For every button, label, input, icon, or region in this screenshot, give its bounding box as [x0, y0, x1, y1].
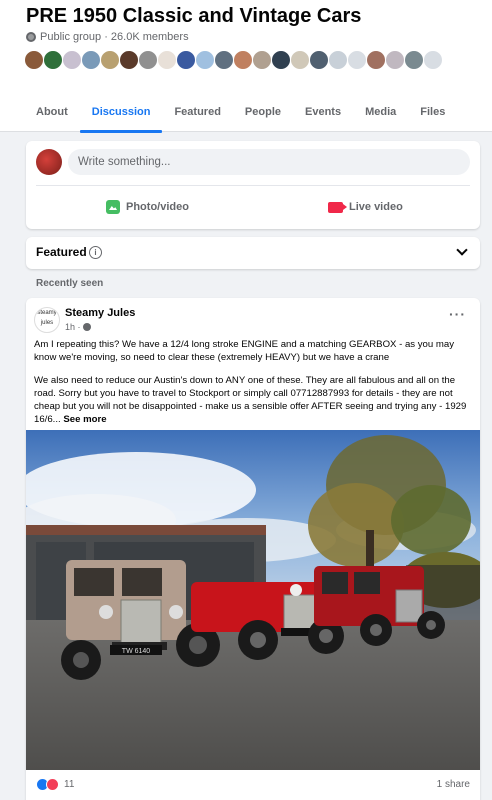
member-avatar[interactable] [233, 50, 253, 70]
member-avatar[interactable] [81, 50, 101, 70]
tab-featured[interactable]: Featured [162, 92, 232, 132]
member-avatar[interactable] [347, 50, 367, 70]
more-options-icon[interactable]: ··· [449, 307, 466, 321]
member-avatar[interactable] [309, 50, 329, 70]
member-avatar[interactable] [24, 50, 44, 70]
tab-events[interactable]: Events [293, 92, 353, 132]
member-avatar[interactable] [176, 50, 196, 70]
member-avatar[interactable] [119, 50, 139, 70]
member-avatar[interactable] [290, 50, 310, 70]
author-avatar[interactable]: steamy jules [34, 307, 60, 333]
post-stats: 11 1 share [26, 770, 480, 800]
member-avatar[interactable] [385, 50, 405, 70]
live-video-button[interactable]: Live video [328, 197, 403, 217]
tab-about[interactable]: About [24, 92, 80, 132]
write-something-input[interactable]: Write something... [68, 149, 470, 175]
video-camera-icon [328, 201, 347, 213]
love-reaction-icon[interactable] [46, 778, 59, 791]
member-avatar[interactable] [252, 50, 272, 70]
user-avatar[interactable] [36, 149, 62, 175]
shares-count[interactable]: 1 share [437, 779, 470, 790]
globe-icon [26, 32, 36, 42]
photo-icon [106, 200, 120, 214]
member-avatar[interactable] [423, 50, 443, 70]
chevron-down-icon[interactable] [456, 244, 468, 256]
member-avatar[interactable] [62, 50, 82, 70]
divider [36, 185, 470, 186]
globe-icon [82, 323, 91, 331]
number-plate: TW 6140 [122, 648, 151, 655]
featured-section[interactable]: Featured i [26, 237, 480, 269]
vintage-cars-photo: TW 6140 [26, 430, 480, 770]
member-avatar[interactable] [404, 50, 424, 70]
tab-files[interactable]: Files [408, 92, 457, 132]
recently-seen-label: Recently seen [36, 278, 104, 289]
post-text-1: Am I repeating this? We have a 12/4 long… [34, 339, 455, 363]
member-avatar[interactable] [214, 50, 234, 70]
member-avatar[interactable] [366, 50, 386, 70]
tab-discussion[interactable]: Discussion [79, 92, 163, 133]
member-avatar[interactable] [157, 50, 177, 70]
group-meta-text[interactable]: Public group · 26.0K members [40, 31, 189, 43]
group-tabs: About Discussion Featured People Events Media… [24, 92, 457, 133]
group-title[interactable]: PRE 1950 Classic and Vintage Cars [26, 5, 361, 28]
reactions-count[interactable]: 11 [64, 779, 74, 790]
member-avatar[interactable] [43, 50, 63, 70]
post-text-2: We also need to reduce our Austin's down… [34, 374, 472, 426]
post-composer: Write something... Photo/video Live vide… [26, 141, 480, 229]
featured-title: Featured [36, 245, 87, 259]
member-avatar[interactable] [100, 50, 120, 70]
group-header: PRE 1950 Classic and Vintage Cars Public… [0, 0, 492, 133]
photo-video-label: Photo/video [126, 201, 189, 213]
member-avatar[interactable] [328, 50, 348, 70]
post-time-text: 1h · [65, 322, 81, 332]
see-more-link[interactable]: See more [63, 414, 106, 425]
tab-media[interactable]: Media [353, 92, 408, 132]
post-time[interactable]: 1h · [65, 322, 91, 332]
photo-video-button[interactable]: Photo/video [106, 197, 189, 217]
member-avatar[interactable] [138, 50, 158, 70]
member-avatar[interactable] [271, 50, 291, 70]
live-video-label: Live video [349, 201, 403, 213]
info-icon[interactable]: i [89, 246, 102, 259]
post-photo[interactable]: TW 6140 [26, 430, 480, 770]
member-avatar[interactable] [195, 50, 215, 70]
post-card: steamy jules Steamy Jules 1h · ··· Am I … [26, 298, 480, 800]
author-name[interactable]: Steamy Jules [65, 307, 135, 319]
tab-people[interactable]: People [233, 92, 293, 132]
member-avatars[interactable] [24, 50, 443, 70]
group-meta: Public group · 26.0K members [26, 31, 189, 43]
